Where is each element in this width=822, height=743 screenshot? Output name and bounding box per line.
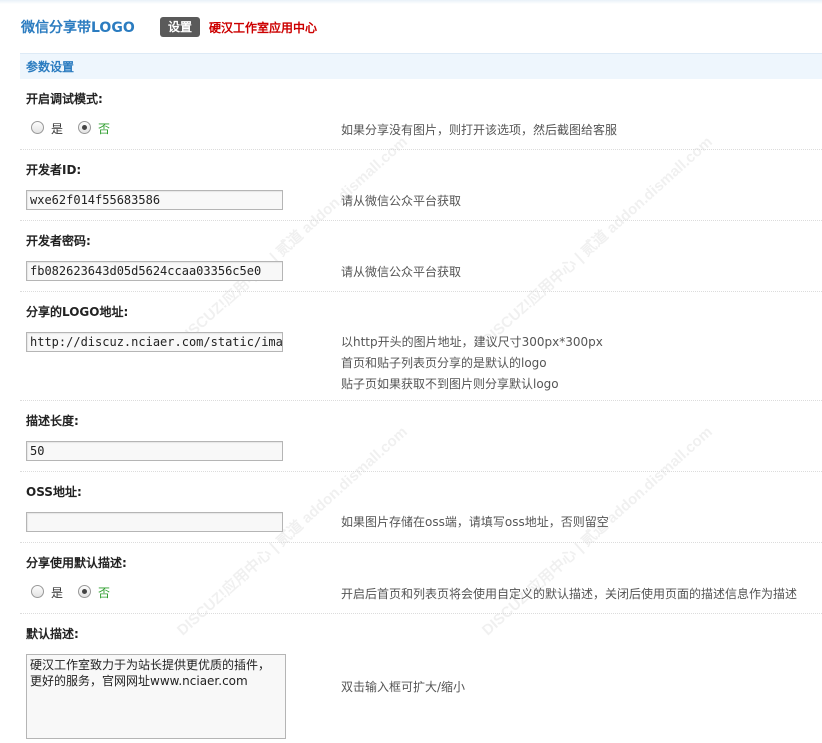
divider — [20, 542, 822, 543]
divider — [20, 149, 822, 150]
divider — [20, 613, 822, 614]
use-default-desc-hint: 开启后首页和列表页将会使用自定义的默认描述，关闭后使用页面的描述信息作为描述 — [341, 587, 798, 601]
studio-link[interactable]: 硬汉工作室应用中心 — [209, 19, 317, 36]
dev-id-input[interactable]: wxe62f014f55683586 — [26, 190, 283, 210]
divider — [20, 291, 822, 292]
desc-length-label: 描述长度: — [26, 414, 79, 428]
use-default-desc-label: 分享使用默认描述: — [26, 556, 127, 570]
divider — [20, 220, 822, 221]
dev-secret-input[interactable]: fb082623643d05d5624ccaa03356c5e0 — [26, 261, 283, 281]
logo-url-hint-1: 以http开头的图片地址，建议尺寸300px*300px — [341, 335, 603, 349]
default-desc-line-1: 硬汉工作室致力于为站长提供更优质的插件， — [30, 658, 271, 672]
oss-label: OSS地址: — [26, 485, 82, 499]
use-default-desc-no-label[interactable]: 否 — [98, 584, 110, 601]
logo-url-hint-2: 首页和贴子列表页分享的是默认的logo — [341, 356, 547, 370]
use-default-desc-yes-radio[interactable] — [31, 585, 44, 598]
dev-id-label: 开发者ID: — [26, 163, 82, 177]
watermark: DISCUZ!应用中心 | 贰道 addon.dismall.com — [478, 133, 716, 350]
dev-id-hint: 请从微信公众平台获取 — [341, 194, 462, 208]
oss-hint: 如果图片存储在oss端，请填写oss地址，否则留空 — [341, 515, 609, 529]
default-desc-label: 默认描述: — [26, 627, 79, 641]
debug-mode-no-label[interactable]: 否 — [98, 120, 110, 137]
divider — [20, 400, 822, 401]
default-desc-line-2: 更好的服务，官网网址www.nciaer.com — [30, 674, 248, 688]
logo-url-label: 分享的LOGO地址: — [26, 305, 129, 319]
debug-mode-hint: 如果分享没有图片，则打开该选项，然后截图给客服 — [341, 123, 618, 137]
oss-input[interactable] — [26, 512, 283, 532]
logo-url-input[interactable]: http://discuz.nciaer.com/static/image/co… — [26, 332, 283, 352]
default-desc-hint: 双击输入框可扩大/缩小 — [341, 680, 466, 694]
debug-mode-no-radio[interactable] — [78, 121, 91, 134]
desc-length-input[interactable]: 50 — [26, 441, 283, 461]
header: 微信分享带LOGO 设置 硬汉工作室应用中心 — [0, 0, 822, 52]
app-title: 微信分享带LOGO — [21, 20, 135, 36]
debug-mode-label: 开启调试模式: — [26, 92, 103, 106]
debug-mode-yes-radio[interactable] — [31, 121, 44, 134]
settings-button[interactable]: 设置 — [160, 17, 200, 37]
section-bar: 参数设置 — [20, 53, 822, 79]
debug-mode-yes-label[interactable]: 是 — [51, 120, 63, 137]
default-desc-textarea[interactable]: 硬汉工作室致力于为站长提供更优质的插件， 更好的服务，官网网址www.nciae… — [26, 654, 286, 739]
use-default-desc-yes-label[interactable]: 是 — [51, 584, 63, 601]
divider — [20, 471, 822, 472]
logo-url-hint-3: 贴子页如果获取不到图片则分享默认logo — [341, 377, 559, 391]
dev-secret-label: 开发者密码: — [26, 234, 91, 248]
use-default-desc-no-radio[interactable] — [78, 585, 91, 598]
watermark: DISCUZ!应用中心 | 贰道 addon.dismall.com — [173, 133, 411, 350]
section-title: 参数设置 — [26, 60, 75, 74]
dev-secret-hint: 请从微信公众平台获取 — [341, 265, 462, 279]
